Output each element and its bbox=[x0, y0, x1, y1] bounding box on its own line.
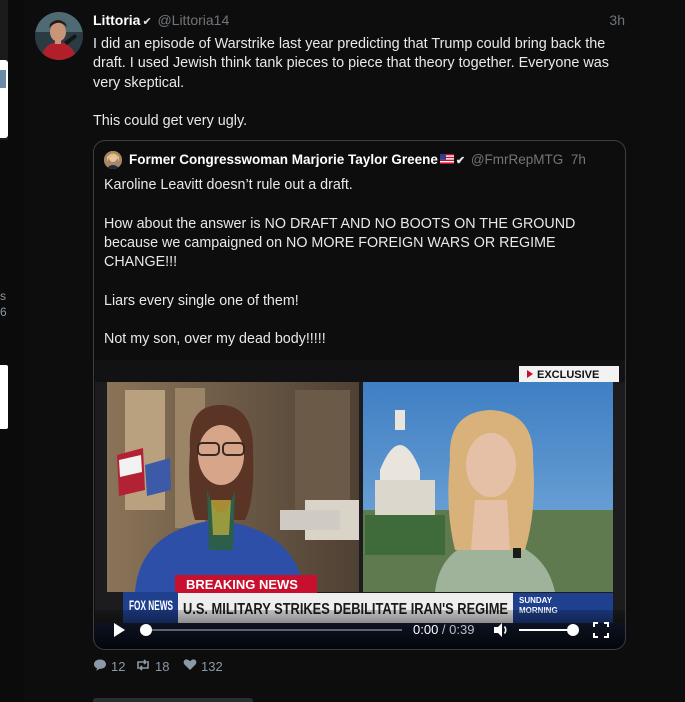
quoted-tweet-header: Former Congresswoman Marjorie Taylor Gre… bbox=[104, 151, 616, 169]
like-button[interactable]: 132 bbox=[183, 658, 223, 674]
tweet-paragraph: This could get very ugly. bbox=[93, 113, 248, 130]
left-trend-line1: s bbox=[0, 289, 6, 303]
tweet-text: I did an episode of Warstrike last year … bbox=[93, 35, 625, 151]
left-trend-line2: 6 bbox=[0, 305, 7, 319]
quoted-tweet-text: Karoline Leavitt doesn’t rule out a draf… bbox=[104, 176, 616, 369]
quoted-tweet-card[interactable]: Former Congresswoman Marjorie Taylor Gre… bbox=[93, 140, 626, 650]
quoted-timestamp[interactable]: 7h bbox=[571, 152, 586, 167]
video-time: 0:00 / 0:39 bbox=[413, 622, 475, 637]
tweet-article[interactable]: Littoria ✔ @Littoria14 3h I did an episode… bbox=[24, 0, 685, 702]
video-frame: EXCLUSIVE BREAKING NEWS FOX NEWS U.S. MI… bbox=[95, 360, 625, 649]
show-label-line1: SUNDAY bbox=[519, 596, 553, 605]
heart-icon bbox=[183, 658, 201, 674]
like-count: 132 bbox=[201, 658, 223, 674]
quoted-avatar[interactable] bbox=[104, 151, 122, 169]
reply-count: 12 bbox=[111, 659, 126, 674]
fullscreen-icon[interactable] bbox=[592, 621, 610, 639]
reply-icon bbox=[93, 658, 111, 675]
quoted-avatar-image bbox=[104, 151, 122, 169]
verified-check-icon: ✔ bbox=[142, 16, 152, 28]
breaking-news-label: BREAKING NEWS bbox=[186, 577, 298, 592]
avatar[interactable] bbox=[35, 12, 83, 60]
volume-track[interactable] bbox=[519, 629, 573, 631]
left-edge-avatar bbox=[0, 70, 6, 88]
left-trend-fragment[interactable]: s 6 bbox=[0, 288, 7, 320]
video-duration: 0:39 bbox=[449, 622, 475, 637]
quoted-paragraph: Karoline Leavitt doesn’t rule out a draf… bbox=[104, 177, 353, 193]
author-name[interactable]: Littoria bbox=[93, 12, 140, 28]
quoted-author-handle[interactable]: @FmrRepMTG bbox=[471, 152, 563, 167]
quoted-paragraph: Not my son, over my dead body!!!!! bbox=[104, 331, 326, 348]
left-card-thumbnail[interactable] bbox=[0, 365, 8, 429]
next-item-placeholder bbox=[93, 698, 253, 702]
tweet-paragraph: I did an episode of Warstrike last year … bbox=[93, 36, 609, 91]
tweet-header: Littoria ✔ @Littoria14 3h bbox=[93, 11, 625, 29]
retweet-count: 18 bbox=[155, 659, 170, 674]
video-player[interactable]: EXCLUSIVE BREAKING NEWS FOX NEWS U.S. MI… bbox=[95, 360, 625, 649]
reply-button[interactable]: 12 bbox=[93, 658, 125, 675]
tweet-timestamp[interactable]: 3h bbox=[609, 11, 625, 29]
verified-check-icon: ✔ bbox=[455, 155, 466, 167]
retweet-icon bbox=[135, 658, 155, 675]
progress-track[interactable] bbox=[152, 629, 402, 631]
avatar-image bbox=[35, 12, 83, 60]
volume-icon[interactable] bbox=[492, 621, 510, 639]
left-sidebar: s 6 bbox=[0, 0, 24, 702]
left-edge-panel bbox=[0, 0, 8, 140]
video-controls: 0:00 / 0:39 bbox=[95, 610, 625, 649]
us-flag-icon bbox=[439, 151, 454, 169]
quoted-paragraph: How about the answer is NO DRAFT AND NO … bbox=[104, 215, 576, 271]
play-icon[interactable] bbox=[111, 622, 127, 638]
quoted-paragraph: Liars every single one of them! bbox=[104, 292, 299, 309]
author-handle[interactable]: @Littoria14 bbox=[157, 12, 229, 28]
retweet-button[interactable]: 18 bbox=[135, 658, 169, 675]
exclusive-label: EXCLUSIVE bbox=[537, 369, 599, 381]
volume-slider-knob[interactable] bbox=[567, 624, 579, 636]
current-time: 0:00 bbox=[413, 622, 439, 637]
quoted-author-name[interactable]: Former Congresswoman Marjorie Taylor Gre… bbox=[129, 152, 438, 167]
progress-scrubber[interactable] bbox=[140, 624, 152, 636]
